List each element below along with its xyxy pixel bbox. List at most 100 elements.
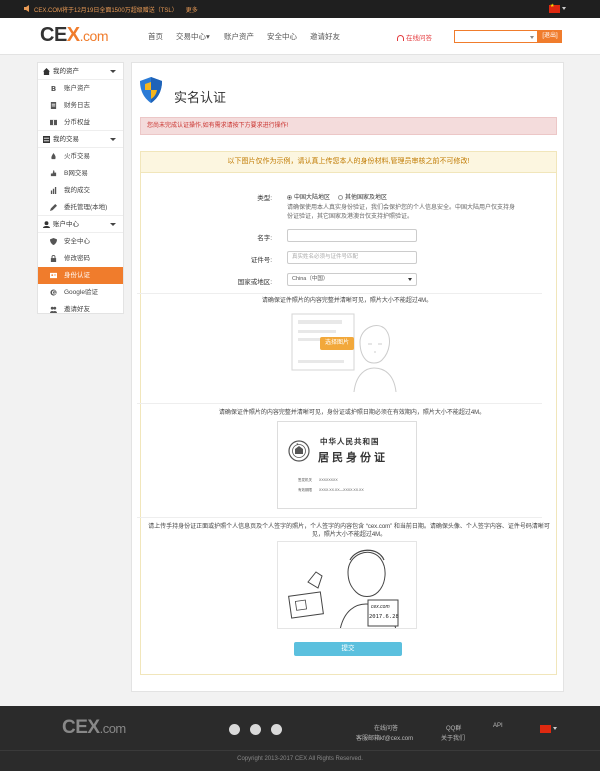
sidebar-item-invite[interactable]: 邀请好友 (38, 301, 123, 318)
svg-text:G: G (52, 291, 56, 296)
more-link[interactable]: 更多 (186, 8, 198, 14)
radio-unchecked-icon[interactable] (338, 194, 343, 200)
sidebar-item-dividend[interactable]: 分币权益 (38, 114, 123, 131)
users-icon (50, 306, 57, 313)
nav-home[interactable]: 首页 (148, 31, 163, 42)
svg-text:B: B (51, 85, 56, 92)
sidebar-item-b-trade[interactable]: B网交易 (38, 165, 123, 182)
sign-text: cex.com (371, 604, 390, 610)
id-number-label: 证件号: (250, 257, 272, 264)
national-emblem-icon: ★ (288, 440, 310, 462)
flame-icon (51, 153, 56, 160)
copyright: Copyright 2013-2017 CEX All Rights Reser… (237, 756, 363, 762)
footer-logo[interactable]: CEX.com (62, 717, 126, 739)
idcard-title-1: 中华人民共和国 (320, 437, 380, 446)
chevron-down-icon[interactable] (562, 7, 566, 10)
id-card-icon (50, 272, 57, 279)
site-footer: CEX.com 在线问答 QQ群 API 客服邮箱kf@cex.com 关于我们… (0, 706, 600, 771)
china-flag-icon[interactable] (540, 725, 551, 733)
footer-link-qa[interactable]: 在线问答 (374, 723, 398, 732)
country-select[interactable]: China（中国） (287, 273, 417, 286)
headset-icon (397, 35, 404, 42)
type-label: 类型: (257, 195, 272, 202)
idcard-validity-row: 有效期限 XXXX.XX.XX—XXXX.XX.XX (298, 488, 364, 492)
search-input[interactable] (454, 30, 538, 43)
user-icon (43, 221, 50, 228)
footer-link-api[interactable]: API (493, 723, 503, 729)
photo3-hint: 请上传手持身份证正面或护照个人信息页及个人签字的照片，个人签字的内容包含 “ce… (148, 524, 550, 538)
sidebar-section-trades[interactable]: 我的交易 (38, 131, 123, 148)
nav-invite-friends[interactable]: 邀请好友 (310, 31, 340, 42)
idcard-authority-row: 签发机关 XXXXXXXX (298, 478, 338, 482)
sidebar-item-finance-log[interactable]: 财务日志 (38, 97, 123, 114)
chart-icon (50, 187, 57, 194)
sidebar-item-account-assets[interactable]: B 账户资产 (38, 80, 123, 97)
sidebar-item-my-deals[interactable]: 我的成交 (38, 182, 123, 199)
list-icon (43, 136, 50, 143)
portrait-sample-image (282, 308, 408, 392)
upload-notice: 以下图片仅作为示例，请认真上传您本人的身份材料,管理员审核之前不可修改! (140, 151, 557, 173)
divider (137, 403, 542, 404)
top-notice-bar: CEX.COM将于12月19日全面1500万超级赠送（TSL） 更多 (0, 0, 600, 18)
chevron-down-icon (110, 70, 116, 73)
footer-link-email[interactable]: 客服邮箱kf@cex.com (356, 733, 413, 742)
china-flag-icon[interactable] (549, 3, 560, 13)
sidebar-item-identity[interactable]: 身份认证 (38, 267, 123, 284)
account-sidebar: 我的资产 B 账户资产 财务日志 分币权益 我的交易 火币交易 B网交易 我的成… (37, 62, 124, 314)
footer-link-qq[interactable]: QQ群 (446, 723, 461, 732)
site-header: CEX.com 首页 交易中心▾ 账户资产 安全中心 邀请好友 在线问答 [退出… (0, 18, 600, 55)
photo2-hint: 请确保证件照片的内容完整并清晰可见，身份证或护照日期必须在有效期内，照片大小不能… (218, 410, 486, 416)
name-input[interactable] (287, 229, 417, 242)
chevron-down-icon[interactable] (530, 36, 534, 39)
document-icon (50, 102, 57, 109)
type-option-mainland[interactable]: 中国大陆地区 (287, 192, 330, 201)
page-title: 实名认证 (174, 90, 227, 105)
google-icon: G (50, 289, 57, 296)
sidebar-item-change-password[interactable]: 修改密码 (38, 250, 123, 267)
sidebar-item-fire-trade[interactable]: 火币交易 (38, 148, 123, 165)
identity-verification-panel: 实名认证 您尚未完成认证操作,如有需求请按下方要求进行操作! 以下图片仅作为示例… (131, 62, 564, 692)
sidebar-section-account-center[interactable]: 账户中心 (38, 216, 123, 233)
country-label: 国家或地区: (237, 279, 272, 286)
logout-button[interactable]: [退出] (538, 30, 562, 43)
type-option-other[interactable]: 其他国家及地区 (338, 192, 387, 201)
choose-image-button[interactable]: 选择图片 (320, 337, 354, 350)
sidebar-section-assets[interactable]: 我的资产 (38, 63, 123, 80)
type-description: 请确保使用本人真实身份验证，我们会保护您的个人信息安全。中国大陆用户仅支持身份证… (287, 205, 516, 220)
radio-checked-icon[interactable] (287, 194, 292, 200)
home-icon (43, 68, 50, 75)
chevron-down-icon[interactable] (553, 727, 557, 730)
chevron-down-icon[interactable] (408, 278, 412, 281)
sign-date: 2017.6.28 (369, 614, 399, 620)
bitcoin-icon: B (51, 85, 56, 92)
id-number-input[interactable]: 真实姓名必须与证件号匹配 (287, 251, 417, 264)
nav-trade-center[interactable]: 交易中心▾ (176, 31, 210, 42)
idcard-title-2: 居民身份证 (318, 451, 388, 464)
footer-divider (0, 750, 600, 751)
shield-icon (50, 238, 57, 245)
notice-text[interactable]: CEX.COM将于12月19日全面1500万超级赠送（TSL） 更多 (34, 5, 198, 14)
id-card-sample-image: ★ 中华人民共和国 居民身份证 签发机关 XXXXXXXX 有效期限 XXXX.… (277, 421, 417, 509)
twitter-icon[interactable] (229, 724, 240, 735)
telegram-icon[interactable] (250, 724, 261, 735)
nav-security-center[interactable]: 安全中心 (267, 31, 297, 42)
online-support-link[interactable]: 在线问答 (397, 32, 432, 42)
thumb-icon (50, 170, 57, 177)
footer-link-about[interactable]: 关于我们 (441, 733, 465, 742)
chevron-down-icon (110, 138, 116, 141)
wechat-icon[interactable] (271, 724, 282, 735)
sidebar-item-google-auth[interactable]: G Google验证 (38, 284, 123, 301)
divider (137, 293, 542, 294)
lock-icon (50, 255, 57, 262)
photo1-hint: 请确保证件照片的内容完整并清晰可见，照片大小不能超过4M。 (261, 298, 433, 304)
sidebar-item-order-management[interactable]: 委托管理(本地) (38, 199, 123, 216)
book-icon (50, 119, 57, 126)
sidebar-item-security[interactable]: 安全中心 (38, 233, 123, 250)
verified-shield-icon (140, 77, 162, 103)
verification-warning: 您尚未完成认证操作,如有需求请按下方要求进行操作! (140, 117, 557, 135)
submit-button[interactable]: 提交 (294, 642, 402, 656)
megaphone-icon (24, 5, 29, 12)
nav-account-assets[interactable]: 账户资产 (224, 31, 254, 42)
cex-logo[interactable]: CEX.com (40, 24, 108, 47)
holding-id-sample-image: cex.com 2017.6.28 (277, 541, 417, 629)
